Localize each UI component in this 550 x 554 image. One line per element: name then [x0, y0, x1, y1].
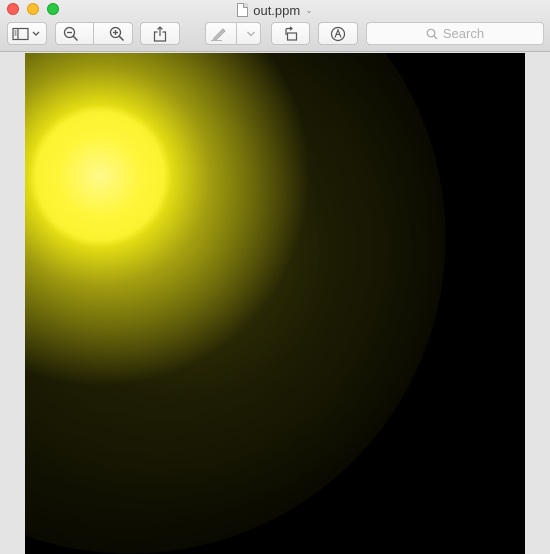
zoom-in-icon	[109, 26, 124, 41]
document-icon	[237, 3, 249, 17]
zoom-out-button[interactable]	[63, 26, 79, 42]
rotate-icon	[284, 25, 297, 41]
pen-icon	[211, 27, 226, 41]
rendered-image	[25, 53, 525, 554]
search-placeholder: Search	[442, 26, 485, 41]
zoom-control	[55, 22, 133, 45]
search-field[interactable]: Search	[366, 22, 544, 45]
share-button[interactable]	[140, 22, 180, 45]
zoom-in-button[interactable]	[109, 26, 125, 42]
document-viewer[interactable]	[0, 52, 550, 554]
chevron-down-icon	[246, 31, 255, 36]
sidebar-toggle-icon	[12, 27, 40, 40]
title-chevron-icon: ⌄	[305, 4, 313, 15]
share-icon	[153, 25, 167, 42]
segment-divider	[93, 23, 95, 44]
zoom-out-icon	[64, 26, 79, 41]
rotate-button[interactable]	[271, 22, 310, 45]
markup-control	[205, 22, 261, 45]
annotate-icon	[330, 26, 346, 41]
markup-dropdown-button[interactable]	[246, 30, 256, 38]
sidebar-toggle-button[interactable]	[7, 22, 47, 45]
markup-button[interactable]	[210, 27, 228, 41]
preview-window: out.ppm ⌄ Search	[0, 0, 550, 554]
title-bar: out.ppm ⌄ Search	[0, 0, 550, 52]
segment-divider	[236, 23, 238, 44]
search-icon	[426, 28, 438, 39]
window-title-area[interactable]: out.ppm ⌄	[0, 1, 550, 19]
window-title: out.ppm	[253, 2, 301, 18]
annotate-button[interactable]	[318, 22, 358, 45]
